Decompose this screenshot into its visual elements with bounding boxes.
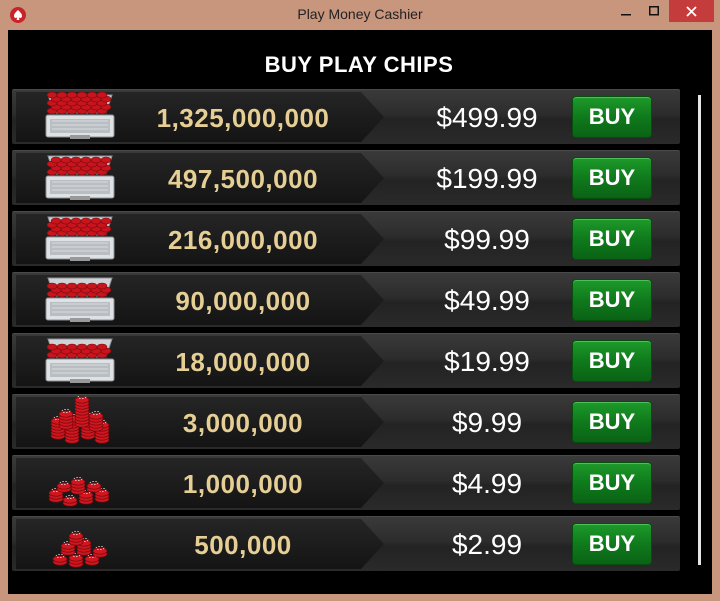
chip-stacks-icon <box>40 457 120 509</box>
chip-case-icon <box>40 274 120 326</box>
chip-amount: 1,000,000 <box>182 469 304 499</box>
close-button[interactable] <box>669 0 714 22</box>
close-icon <box>686 5 697 17</box>
package-price: $199.99 <box>436 163 538 194</box>
chip-amount: 497,500,000 <box>167 164 319 194</box>
cashier-window: Play Money Cashier BUY PLAY CHIPS 1,325,… <box>0 0 720 601</box>
package-price: $19.99 <box>444 346 530 377</box>
package-row: 1,325,000,000 $499.99 BUY <box>12 89 680 144</box>
package-row: 216,000,000 $99.99 BUY <box>12 211 680 266</box>
chip-amount: 90,000,000 <box>175 286 311 316</box>
buy-button[interactable]: BUY <box>572 340 652 382</box>
chip-stack-icon <box>40 518 120 570</box>
buy-button[interactable]: BUY <box>572 401 652 443</box>
buy-button[interactable]: BUY <box>572 96 652 138</box>
package-row: 500,000 $2.99 BUY <box>12 516 680 571</box>
buy-button[interactable]: BUY <box>572 218 652 260</box>
package-price: $99.99 <box>444 224 530 255</box>
scrollbar[interactable] <box>698 95 701 565</box>
buy-button[interactable]: BUY <box>572 523 652 565</box>
maximize-icon <box>649 6 659 16</box>
package-price: $4.99 <box>451 468 523 499</box>
chip-amount: 1,325,000,000 <box>156 103 330 133</box>
minimize-icon <box>621 14 631 16</box>
package-price: $499.99 <box>436 102 538 133</box>
buy-button[interactable]: BUY <box>572 462 652 504</box>
chip-case-icon <box>40 152 120 204</box>
buy-button[interactable]: BUY <box>572 279 652 321</box>
package-row: 18,000,000 $19.99 BUY <box>12 333 680 388</box>
minimize-button[interactable] <box>612 0 640 22</box>
chip-case-full-icon <box>40 91 120 143</box>
chip-amount: 500,000 <box>194 530 292 560</box>
buy-button[interactable]: BUY <box>572 157 652 199</box>
page-title: BUY PLAY CHIPS <box>264 52 454 77</box>
package-row: 3,000,000 $9.99 BUY <box>12 394 680 449</box>
chip-amount: 18,000,000 <box>175 347 311 377</box>
package-price: $9.99 <box>451 407 523 438</box>
maximize-button[interactable] <box>640 0 668 22</box>
window-bottom-border <box>0 594 720 601</box>
chip-amount: 216,000,000 <box>167 225 319 255</box>
package-row: 90,000,000 $49.99 BUY <box>12 272 680 327</box>
chip-case-icon <box>40 213 120 265</box>
chip-stacks-icon <box>40 395 120 448</box>
title-bar[interactable]: Play Money Cashier <box>0 0 720 30</box>
chip-amount: 3,000,000 <box>182 408 304 438</box>
package-price: $49.99 <box>444 285 530 316</box>
package-price: $2.99 <box>451 529 523 560</box>
package-row: 497,500,000 $199.99 BUY <box>12 150 680 205</box>
package-row: 1,000,000 $4.99 BUY <box>12 455 680 510</box>
chip-case-icon <box>40 335 120 387</box>
